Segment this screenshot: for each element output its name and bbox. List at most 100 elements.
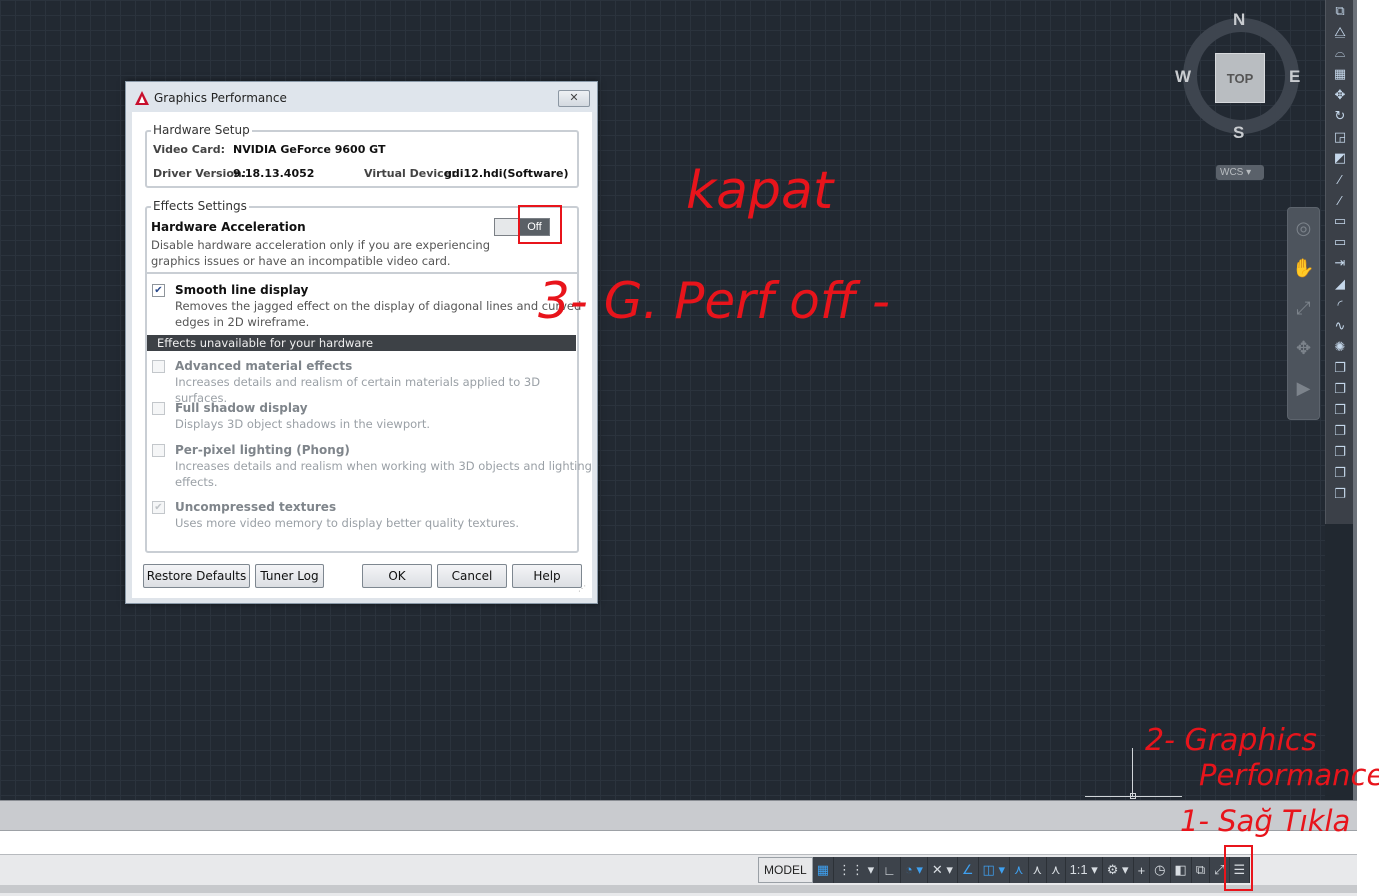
annotation-visibility-icon[interactable]: ⋏	[1010, 857, 1029, 883]
graphics-performance-icon[interactable]: ◷	[1150, 857, 1171, 883]
array-icon[interactable]: ▦	[1328, 64, 1352, 84]
resize-grip-icon[interactable]: ⋰	[578, 584, 588, 594]
hardware-acceleration-toggle[interactable]: Off	[494, 218, 550, 236]
dialog-body: Hardware Setup Video Card: NVIDIA GeForc…	[132, 112, 592, 598]
customize-menu-icon[interactable]: ☰	[1230, 857, 1251, 883]
modify-toolbar: ⧉ ⧋ ⌓ ▦ ✥ ↻ ◲ ◩ ⁄ ⁄ ▭ ▭ ⇥ ◢ ◜ ∿ ✺ ❐ ❐ ❐ …	[1325, 0, 1353, 524]
autocad-logo-icon	[135, 91, 149, 105]
virtual-device-label: Virtual Device:	[364, 167, 456, 180]
compass-east[interactable]: E	[1289, 67, 1300, 87]
annotation-scale-menu[interactable]: 1:1 ▾	[1066, 857, 1103, 883]
annotations-front-icon[interactable]: ❐	[1328, 484, 1352, 504]
cancel-button[interactable]: Cancel	[437, 564, 507, 588]
draworder-front-icon[interactable]: ❐	[1328, 358, 1352, 378]
effects-settings-label: Effects Settings	[151, 199, 249, 213]
video-card-value: NVIDIA GeForce 9600 GT	[233, 143, 386, 156]
uncompressed-textures-title: Uncompressed textures	[175, 500, 337, 514]
copy-icon[interactable]: ⧉	[1328, 1, 1352, 21]
model-space-button[interactable]: MODEL	[758, 857, 813, 883]
viewcube[interactable]: TOP N S E W	[1175, 10, 1305, 145]
auto-scale-icon[interactable]: ⋏	[1029, 857, 1048, 883]
uncompressed-textures-desc: Uses more video memory to display better…	[175, 516, 520, 530]
help-button[interactable]: Help	[512, 564, 582, 588]
pan-icon[interactable]: ✋	[1288, 248, 1319, 288]
fillet-icon[interactable]: ◜	[1328, 295, 1352, 315]
scale-icon[interactable]: ◲	[1328, 127, 1352, 147]
add-icon[interactable]: +	[1134, 857, 1151, 883]
ok-button[interactable]: OK	[362, 564, 432, 588]
fullscreen-icon[interactable]: ⤢	[1210, 857, 1230, 883]
per-pixel-lighting-desc-2: effects.	[175, 475, 218, 489]
hardware-accel-icon[interactable]: ⧉	[1192, 857, 1211, 883]
window-border	[1357, 0, 1379, 896]
ucs-y-axis	[1132, 748, 1133, 796]
hardware-acceleration-desc-1: Disable hardware acceleration only if yo…	[151, 238, 490, 252]
text-to-front-icon[interactable]: ❐	[1328, 442, 1352, 462]
tuner-log-button[interactable]: Tuner Log	[255, 564, 324, 588]
draworder-above-icon[interactable]: ❐	[1328, 400, 1352, 420]
ortho-icon[interactable]: ∟	[879, 857, 901, 883]
navigation-bar: ◎ ✋ ⤢ ✥ ▶	[1287, 207, 1320, 420]
mirror-icon[interactable]: ⧋	[1328, 22, 1352, 42]
chamfer-icon[interactable]: ◢	[1328, 274, 1352, 294]
divider	[147, 272, 577, 274]
uncompressed-textures-checkbox: ✔	[152, 501, 165, 514]
stretch-icon[interactable]: ◩	[1328, 148, 1352, 168]
advanced-material-title: Advanced material effects	[175, 359, 353, 373]
blend-curves-icon[interactable]: ∿	[1328, 316, 1352, 336]
join-icon[interactable]: ⇥	[1328, 253, 1352, 273]
advanced-material-checkbox	[152, 360, 165, 373]
object-snap-icon[interactable]: ◫ ▾	[979, 857, 1010, 883]
isolate-objects-icon[interactable]: ◧	[1171, 857, 1192, 883]
offset-icon[interactable]: ⌓	[1328, 43, 1352, 63]
extend-icon[interactable]: ⁄	[1328, 190, 1352, 210]
zoom-extents-icon[interactable]: ⤢	[1288, 288, 1319, 328]
polar-tracking-icon[interactable]: ◔ ▾	[901, 857, 928, 883]
showmotion-icon[interactable]: ▶	[1288, 368, 1319, 408]
draworder-under-icon[interactable]: ❐	[1328, 421, 1352, 441]
annotation-scale-icon[interactable]: ⋏	[1047, 857, 1066, 883]
smooth-line-desc-1: Removes the jagged effect on the display…	[175, 299, 582, 313]
break-at-point-icon[interactable]: ▭	[1328, 211, 1352, 231]
orbit-icon[interactable]: ✥	[1288, 328, 1319, 368]
status-bar: MODEL ▦ ⋮⋮ ▾ ∟ ◔ ▾ ✕ ▾ ∠ ◫ ▾ ⋏ ⋏ ⋏ 1:1 ▾…	[0, 854, 1357, 896]
effects-unavailable-header: Effects unavailable for your hardware	[147, 335, 576, 351]
trim-icon[interactable]: ⁄	[1328, 169, 1352, 189]
explode-icon[interactable]: ✺	[1328, 337, 1352, 357]
draworder-back-icon[interactable]: ❐	[1328, 379, 1352, 399]
hardware-setup-group: Hardware Setup Video Card: NVIDIA GeForc…	[145, 123, 579, 188]
isodraft-icon[interactable]: ✕ ▾	[928, 857, 958, 883]
move-icon[interactable]: ✥	[1328, 85, 1352, 105]
command-history	[0, 800, 1357, 830]
hardware-acceleration-title: Hardware Acceleration	[151, 220, 306, 234]
restore-defaults-button[interactable]: Restore Defaults	[143, 564, 250, 588]
grid-icon[interactable]: ▦	[813, 857, 834, 883]
smooth-line-checkbox[interactable]: ✔	[152, 284, 165, 297]
snap-icon[interactable]: ⋮⋮ ▾	[834, 857, 880, 883]
dialog-title: Graphics Performance	[154, 91, 287, 105]
compass-west[interactable]: W	[1175, 67, 1191, 87]
workspace-gear-icon[interactable]: ⚙ ▾	[1103, 857, 1134, 883]
full-shadow-desc: Displays 3D object shadows in the viewpo…	[175, 417, 431, 431]
viewcube-top-face[interactable]: TOP	[1215, 53, 1265, 103]
close-button[interactable]: ✕	[558, 90, 590, 107]
virtual-device-value: gdi12.hdi(Software)	[444, 167, 569, 180]
graphics-performance-dialog: Graphics Performance ✕ Hardware Setup Vi…	[125, 81, 598, 604]
hardware-setup-label: Hardware Setup	[151, 123, 252, 137]
per-pixel-lighting-desc-1: Increases details and realism when worki…	[175, 459, 592, 473]
compass-south[interactable]: S	[1233, 123, 1244, 143]
smooth-line-desc-2: edges in 2D wireframe.	[175, 315, 310, 329]
object-snap-tracking-icon[interactable]: ∠	[958, 857, 979, 883]
full-shadow-title: Full shadow display	[175, 401, 308, 415]
dialog-titlebar[interactable]: Graphics Performance ✕	[126, 82, 597, 112]
compass-north[interactable]: N	[1233, 10, 1245, 30]
break-icon[interactable]: ▭	[1328, 232, 1352, 252]
full-shadow-checkbox	[152, 402, 165, 415]
steering-wheel-icon[interactable]: ◎	[1288, 208, 1319, 248]
per-pixel-lighting-title: Per-pixel lighting (Phong)	[175, 443, 350, 457]
wcs-menu[interactable]: WCS ▾	[1216, 165, 1264, 180]
command-line-input[interactable]	[0, 830, 1357, 854]
per-pixel-lighting-checkbox	[152, 444, 165, 457]
rotate-icon[interactable]: ↻	[1328, 106, 1352, 126]
hatch-to-back-icon[interactable]: ❐	[1328, 463, 1352, 483]
